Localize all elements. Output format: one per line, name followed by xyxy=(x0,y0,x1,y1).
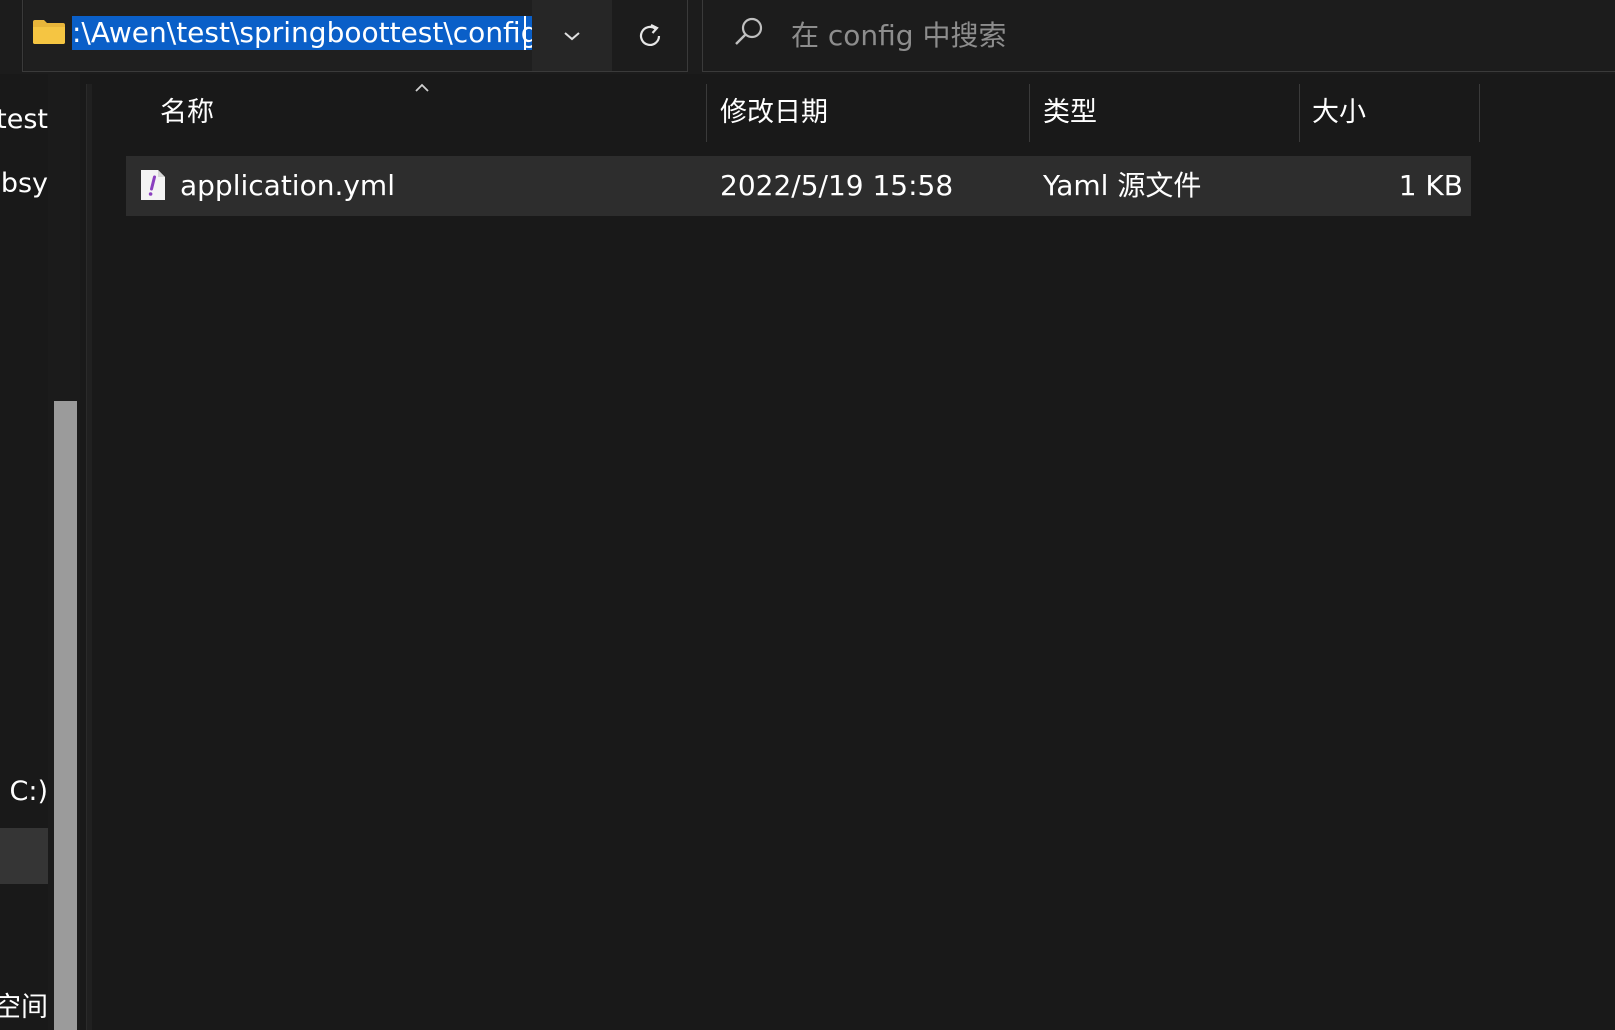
search-icon xyxy=(735,17,763,45)
nav-item-selected[interactable] xyxy=(0,828,48,884)
file-type: Yaml 源文件 xyxy=(1043,169,1202,202)
refresh-button[interactable] xyxy=(612,0,688,71)
file-modified-date: 2022/5/19 15:58 xyxy=(720,169,954,202)
top-bar: :\Awen\test\springboottest\config xyxy=(0,0,1615,74)
column-separator[interactable] xyxy=(706,84,707,142)
address-bar[interactable]: :\Awen\test\springboottest\config xyxy=(22,0,688,72)
column-separator[interactable] xyxy=(1299,84,1300,142)
address-field[interactable]: :\Awen\test\springboottest\config xyxy=(24,0,532,71)
search-box[interactable] xyxy=(702,0,1615,72)
column-header-modified[interactable]: 修改日期 xyxy=(720,84,1020,142)
refresh-icon xyxy=(639,23,661,46)
folder-icon xyxy=(33,20,65,44)
file-name: application.yml xyxy=(180,169,395,202)
pane-splitter[interactable] xyxy=(86,84,92,1030)
column-separator[interactable] xyxy=(1029,84,1030,142)
address-history-dropdown-button[interactable] xyxy=(532,0,612,71)
navigation-pane: test ubsy C:) 空间 xyxy=(0,74,90,1030)
nav-item-label: C:) xyxy=(9,776,48,807)
nav-item-c-drive[interactable]: C:) xyxy=(0,770,48,814)
yaml-file-icon xyxy=(141,170,165,200)
nav-item-label: 空间 xyxy=(0,992,48,1023)
nav-scrollbar-thumb[interactable] xyxy=(54,401,77,1030)
file-explorer-window: :\Awen\test\springboottest\config 在 conf… xyxy=(0,0,1615,1030)
nav-item-space[interactable]: 空间 xyxy=(0,986,48,1030)
chevron-down-icon xyxy=(564,31,580,40)
column-header-type[interactable]: 类型 xyxy=(1043,84,1293,142)
file-row[interactable]: application.yml 2022/5/19 15:58 Yaml 源文件… xyxy=(126,156,1471,216)
list-header: 名称 修改日期 类型 大小 xyxy=(126,83,1481,142)
search-input[interactable] xyxy=(789,14,1573,56)
column-header-name[interactable]: 名称 xyxy=(160,84,680,142)
column-header-size[interactable]: 大小 xyxy=(1312,84,1472,142)
nav-item-label: ubsy xyxy=(0,168,48,199)
nav-item-test[interactable]: test xyxy=(0,98,48,142)
text-caret xyxy=(524,16,526,50)
nav-item-label: test xyxy=(0,104,48,135)
address-path-text[interactable]: :\Awen\test\springboottest\config xyxy=(72,16,532,50)
nav-item-ubsy[interactable]: ubsy xyxy=(0,162,48,206)
column-separator[interactable] xyxy=(1479,84,1480,142)
file-size: 1 KB xyxy=(1398,169,1463,202)
